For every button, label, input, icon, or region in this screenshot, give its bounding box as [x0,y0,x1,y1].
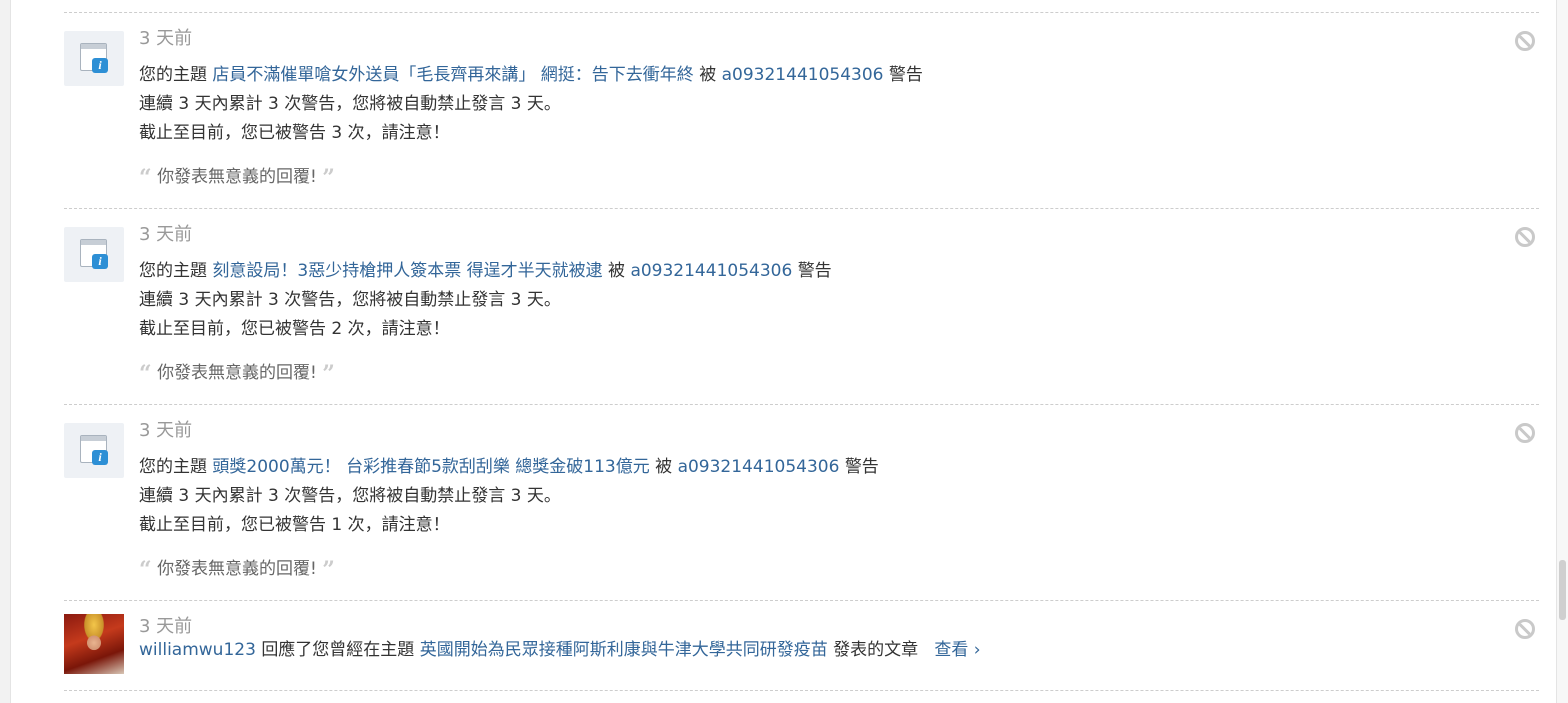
notice-message: 您的主題 刻意設局！3惡少持槍押人簽本票 得逞才半天就被逮 被 a0932144… [139,259,832,283]
reply-text-2: 發表的文章 [833,640,919,660]
notice-time: 3 天前 [139,28,193,49]
notice-time: 3 天前 [139,616,193,637]
quote-close-icon: ” [322,361,335,387]
user-avatar[interactable] [64,614,124,674]
message-prefix: 您的主題 [139,261,207,281]
system-notice-icon: i [64,423,124,478]
reply-notice-item: 3 天前 williamwu123 回應了您曾經在主題 英國開始為民眾接種阿斯利… [64,600,1539,691]
warning-rule: 連續 3 天內累計 3 次警告，您將被自動禁止發言 3 天。 [139,486,561,506]
left-page-edge [0,0,11,703]
warning-count: 截止至目前，您已被警告 1 次，請注意！ [139,515,450,535]
notice-time: 3 天前 [139,420,193,441]
block-icon[interactable] [1515,423,1535,443]
reason-text: 你發表無意義的回覆! [157,363,317,383]
user-link[interactable]: a09321441054306 [722,65,884,85]
notice-list: i 3 天前 您的主題 店員不滿催單嗆女外送員「毛長齊再來講」 網挺：告下去衝年… [64,12,1539,691]
quote-open-icon: “ [139,361,152,387]
warning-rule: 連續 3 天內累計 3 次警告，您將被自動禁止發言 3 天。 [139,290,561,310]
info-icon: i [92,254,108,269]
message-suffix: 警告 [888,65,923,85]
notice-message: 您的主題 店員不滿催單嗆女外送員「毛長齊再來講」 網挺：告下去衝年終 被 a09… [139,63,923,87]
quote-open-icon: “ [139,557,152,583]
notice-item: i 3 天前 您的主題 刻意設局！3惡少持槍押人簽本票 得逞才半天就被逮 被 a… [64,208,1539,404]
message-prefix: 您的主題 [139,457,207,477]
notice-item: i 3 天前 您的主題 頭獎2000萬元！ 台彩推春節5款刮刮樂 總獎金破113… [64,404,1539,600]
warning-reason: “ 你發表無意義的回覆! ” [139,165,335,190]
warning-reason: “ 你發表無意義的回覆! ” [139,361,335,386]
warning-rule: 連續 3 天內累計 3 次警告，您將被自動禁止發言 3 天。 [139,94,561,114]
reply-text-1: 回應了您曾經在主題 [261,640,415,660]
info-icon: i [92,450,108,465]
reply-topic-link[interactable]: 英國開始為民眾接種阿斯利康與牛津大學共同研發疫苗 [420,640,828,660]
user-link[interactable]: a09321441054306 [678,457,840,477]
reply-message: williamwu123 回應了您曾經在主題 英國開始為民眾接種阿斯利康與牛津大… [139,638,981,662]
message-by: 被 [699,65,717,85]
reason-text: 你發表無意義的回覆! [157,559,317,579]
message-prefix: 您的主題 [139,65,207,85]
block-icon[interactable] [1515,227,1535,247]
system-notice-icon: i [64,227,124,282]
message-by: 被 [655,457,673,477]
info-icon: i [92,58,108,73]
block-icon[interactable] [1515,619,1535,639]
warning-count: 截止至目前，您已被警告 2 次，請注意！ [139,319,450,339]
topic-link[interactable]: 刻意設局！3惡少持槍押人簽本票 得逞才半天就被逮 [212,261,602,281]
quote-open-icon: “ [139,165,152,191]
warning-reason: “ 你發表無意義的回覆! ” [139,557,335,582]
notice-time: 3 天前 [139,224,193,245]
warning-count: 截止至目前，您已被警告 3 次，請注意！ [139,123,450,143]
topic-link[interactable]: 店員不滿催單嗆女外送員「毛長齊再來講」 網挺：告下去衝年終 [212,65,693,85]
message-by: 被 [608,261,626,281]
view-link[interactable]: 查看 › [934,640,980,660]
quote-close-icon: ” [322,557,335,583]
reply-user-link[interactable]: williamwu123 [139,640,256,660]
reason-text: 你發表無意義的回覆! [157,167,317,187]
vertical-scrollbar[interactable] [1556,0,1568,703]
quote-close-icon: ” [322,165,335,191]
scrollbar-thumb[interactable] [1559,560,1566,620]
topic-link[interactable]: 頭獎2000萬元！ 台彩推春節5款刮刮樂 總獎金破113億元 [212,457,649,477]
system-notice-icon: i [64,31,124,86]
message-suffix: 警告 [797,261,832,281]
block-icon[interactable] [1515,31,1535,51]
notice-message: 您的主題 頭獎2000萬元！ 台彩推春節5款刮刮樂 總獎金破113億元 被 a0… [139,455,879,479]
notice-item: i 3 天前 您的主題 店員不滿催單嗆女外送員「毛長齊再來講」 網挺：告下去衝年… [64,12,1539,208]
user-link[interactable]: a09321441054306 [630,261,792,281]
message-suffix: 警告 [844,457,879,477]
